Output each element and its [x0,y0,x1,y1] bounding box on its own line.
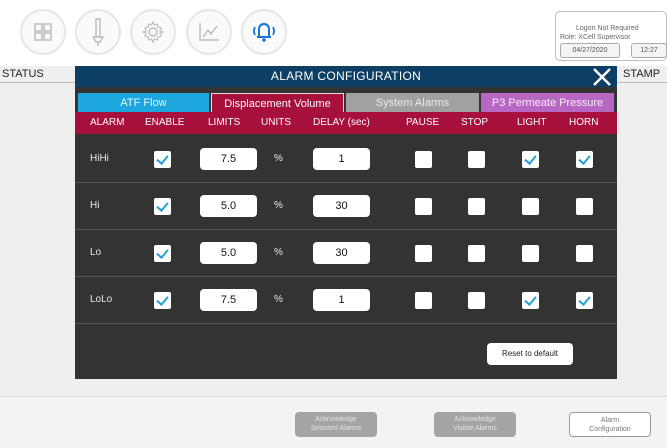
tab-atf-flow[interactable]: ATF Flow [78,93,209,114]
units-label: % [274,294,283,305]
dashboard-grid-icon[interactable] [20,9,66,55]
alarm-name: LoLo [90,294,113,305]
date-display: 04/27/2020 [560,43,620,58]
close-icon[interactable] [591,66,613,88]
alarm-name: Lo [90,247,102,258]
light-checkbox[interactable] [522,245,539,262]
units-label: % [274,200,283,211]
enable-checkbox[interactable] [154,151,171,168]
alarm-configuration-button[interactable]: Alarm Configuration [569,412,651,437]
stop-checkbox[interactable] [468,292,485,309]
delay-input[interactable]: 30 [313,195,370,217]
tab-system-alarms[interactable]: System Alarms [346,93,479,114]
tab-p3-permeate-pressure[interactable]: P3 Permeate Pressure [481,93,614,114]
pause-checkbox[interactable] [415,245,432,262]
alarm-tabs: ATF Flow Displacement Volume System Alar… [75,91,617,114]
alarm-row: HiHi 7.5% 1 [75,136,617,183]
header-pause: PAUSE [406,117,440,128]
header-horn: HORN [569,117,599,128]
tab-displacement-volume[interactable]: Displacement Volume [211,93,344,114]
logon-panel: Logon Not Required Role: XCell Superviso… [555,11,667,61]
footer-bar: Acknowledge Selected Alarms Acknowledge … [0,396,667,448]
horn-checkbox[interactable] [576,151,593,168]
pause-checkbox[interactable] [415,292,432,309]
limit-input[interactable]: 7.5 [200,289,257,311]
header-alarm: ALARM [90,117,125,128]
horn-checkbox[interactable] [576,292,593,309]
stop-checkbox[interactable] [468,151,485,168]
probe-icon[interactable] [75,9,121,55]
header-light: LIGHT [517,117,547,128]
delay-input[interactable]: 30 [313,242,370,264]
alarm-name: Hi [90,200,100,211]
top-navigation-bar: Logon Not Required Role: XCell Superviso… [0,0,667,66]
stop-checkbox[interactable] [468,198,485,215]
header-enable: ENABLE [145,117,185,128]
units-label: % [274,247,283,258]
enable-checkbox[interactable] [154,198,171,215]
enable-checkbox[interactable] [154,292,171,309]
alarm-row: LoLo 7.5% 1 [75,277,617,324]
light-checkbox[interactable] [522,151,539,168]
header-delay: DELAY (sec) [313,117,370,128]
pause-checkbox[interactable] [415,198,432,215]
stamp-column-header: STAMP [623,68,661,80]
horn-checkbox[interactable] [576,198,593,215]
trend-chart-icon[interactable] [186,9,232,55]
alarm-row: Hi 5.0% 30 [75,183,617,230]
reset-to-default-button[interactable]: Reset to default [487,343,573,365]
header-units: UNITS [261,117,291,128]
status-column-header: STATUS [2,68,44,80]
acknowledge-selected-alarms-button[interactable]: Acknowledge Selected Alarms [295,412,377,437]
alarm-bell-icon[interactable] [241,9,287,55]
limit-input[interactable]: 5.0 [200,195,257,217]
logon-role: Role: XCell Supervisor [560,34,631,41]
units-label: % [274,153,283,164]
alarm-configuration-dialog: ALARM CONFIGURATION ATF Flow Displacemen… [75,66,617,379]
alarm-name: HiHi [90,153,109,164]
horn-checkbox[interactable] [576,245,593,262]
dialog-title: ALARM CONFIGURATION [75,66,617,87]
limit-input[interactable]: 7.5 [200,148,257,170]
light-checkbox[interactable] [522,292,539,309]
time-display: 12:27 [631,43,667,58]
logon-status: Logon Not Required [576,25,639,32]
header-limits: LIMITS [208,117,241,128]
limit-input[interactable]: 5.0 [200,242,257,264]
enable-checkbox[interactable] [154,245,171,262]
alarm-row: Lo 5.0% 30 [75,230,617,277]
pause-checkbox[interactable] [415,151,432,168]
gear-icon[interactable] [130,9,176,55]
stop-checkbox[interactable] [468,245,485,262]
header-stop: STOP [461,117,489,128]
delay-input[interactable]: 1 [313,289,370,311]
acknowledge-visible-alarms-button[interactable]: Acknowledge Visible Alarms [434,412,516,437]
table-header: ALARM ENABLE LIMITS UNITS DELAY (sec) PA… [75,112,617,134]
delay-input[interactable]: 1 [313,148,370,170]
light-checkbox[interactable] [522,198,539,215]
